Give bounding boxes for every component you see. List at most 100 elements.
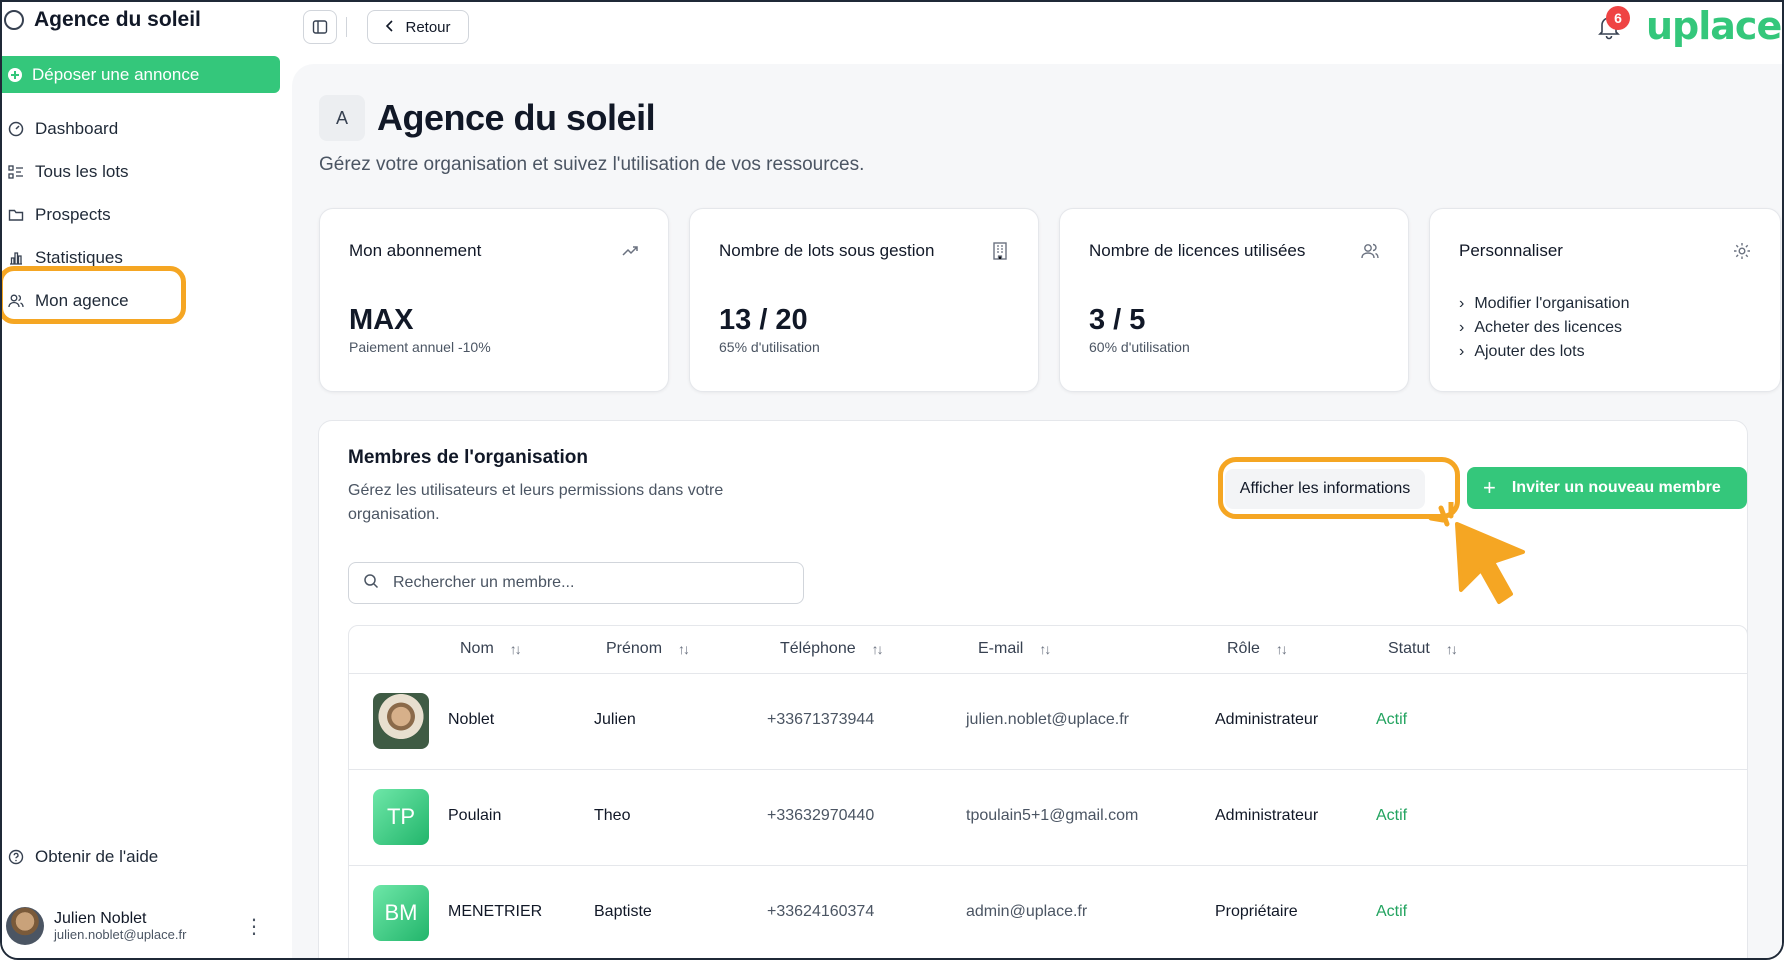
sidebar-item-my-agency[interactable]: Mon agence xyxy=(2,279,282,322)
card-note: Paiement annuel -10% xyxy=(349,339,491,355)
sort-icon: ↑↓ xyxy=(1445,641,1458,657)
column-header-telephone[interactable]: Téléphone ↑↓ xyxy=(780,640,884,658)
avatar: TP xyxy=(373,789,429,845)
table-row[interactable]: Noblet Julien +33671373944 julien.noblet… xyxy=(349,674,1747,770)
user-profile[interactable]: Julien Noblet julien.noblet@uplace.fr ⋮ xyxy=(6,906,276,946)
chevron-right-icon: › xyxy=(1459,319,1465,336)
column-label: E-mail xyxy=(978,640,1024,657)
card-title: Nombre de licences utilisées xyxy=(1089,241,1306,260)
toggle-sidebar-button[interactable] xyxy=(303,10,337,44)
chevron-right-icon: › xyxy=(1459,295,1465,312)
chevron-right-icon: › xyxy=(1459,343,1465,360)
table-header: Nom ↑↓ Prénom ↑↓ Téléphone ↑↓ E-mail ↑↓ Rôle… xyxy=(349,626,1747,674)
column-header-statut[interactable]: Statut ↑↓ xyxy=(1388,640,1458,658)
column-label: Rôle xyxy=(1227,640,1260,657)
sidebar: Agence du soleil Déposer une annonce Das… xyxy=(2,2,292,958)
brand-name: Agence du soleil xyxy=(34,8,201,31)
card-title: Mon abonnement xyxy=(349,241,482,260)
back-button[interactable]: Retour xyxy=(367,10,469,44)
sidebar-item-label: Mon agence xyxy=(35,290,129,310)
cell-role: Administrateur xyxy=(1215,807,1319,824)
brand[interactable]: Agence du soleil xyxy=(4,6,201,34)
avatar xyxy=(6,907,44,945)
invite-member-button[interactable]: + Inviter un nouveau membre xyxy=(1467,467,1747,509)
column-header-prenom[interactable]: Prénom ↑↓ xyxy=(606,640,690,658)
sort-icon: ↑↓ xyxy=(678,641,690,657)
column-header-role[interactable]: Rôle ↑↓ xyxy=(1227,640,1288,658)
sidebar-item-lots[interactable]: Tous les lots xyxy=(2,150,282,193)
list-icon xyxy=(7,163,24,180)
column-header-nom[interactable]: Nom ↑↓ xyxy=(460,640,522,658)
trending-up-icon xyxy=(620,241,640,261)
buy-licences-link[interactable]: › Acheter des licences xyxy=(1459,316,1629,340)
sidebar-item-dashboard[interactable]: Dashboard xyxy=(2,107,282,150)
org-logo-icon xyxy=(4,10,24,30)
link-label: Acheter des licences xyxy=(1474,319,1622,336)
notification-badge: 6 xyxy=(1606,6,1630,30)
table-row[interactable]: BM MENETRIER Baptiste +33624160374 admin… xyxy=(349,866,1747,958)
customize-links: › Modifier l'organisation › Acheter des … xyxy=(1459,292,1629,364)
divider xyxy=(346,17,347,37)
org-avatar: A xyxy=(319,95,365,141)
sort-icon: ↑↓ xyxy=(509,641,522,657)
cell-nom: MENETRIER xyxy=(448,903,543,920)
status-badge: Actif xyxy=(1376,903,1408,920)
section-description: Gérez les utilisateurs et leurs permissi… xyxy=(348,482,724,523)
cell-telephone: +33632970440 xyxy=(767,807,875,824)
cell-role: Administrateur xyxy=(1215,711,1319,728)
card-title: Personnaliser xyxy=(1459,241,1563,260)
cell-prenom: Julien xyxy=(594,711,636,728)
card-note: 65% d'utilisation xyxy=(719,339,820,355)
search-input[interactable] xyxy=(393,574,773,592)
link-label: Ajouter des lots xyxy=(1474,343,1585,360)
sort-icon: ↑↓ xyxy=(1275,641,1288,657)
sidebar-item-statistics[interactable]: Statistiques xyxy=(2,236,282,279)
member-search[interactable] xyxy=(348,562,804,604)
cell-email: admin@uplace.fr xyxy=(966,903,1088,920)
column-label: Téléphone xyxy=(780,640,856,657)
status-badge: Actif xyxy=(1376,807,1408,824)
page-title: Agence du soleil xyxy=(377,97,656,138)
add-lots-link[interactable]: › Ajouter des lots xyxy=(1459,340,1629,364)
avatar: BM xyxy=(373,885,429,941)
cell-nom: Noblet xyxy=(448,711,495,728)
page-header: A Agence du soleil xyxy=(319,95,656,141)
help-link[interactable]: Obtenir de l'aide xyxy=(7,847,158,867)
sidebar-item-prospects[interactable]: Prospects xyxy=(2,193,282,236)
app-window: Agence du soleil Déposer une annonce Das… xyxy=(0,0,1784,960)
show-info-button[interactable]: Afficher les informations xyxy=(1225,469,1425,509)
members-table: Nom ↑↓ Prénom ↑↓ Téléphone ↑↓ E-mail ↑↓ Rôle… xyxy=(348,625,1748,958)
post-listing-button[interactable]: Déposer une annonce xyxy=(2,56,280,93)
users-icon xyxy=(1360,241,1380,261)
back-label: Retour xyxy=(405,18,451,36)
uplace-logo[interactable]: uplace xyxy=(1646,4,1782,48)
sidebar-item-label: Tous les lots xyxy=(35,161,129,181)
lots-card: Nombre de lots sous gestion 13 / 20 65% … xyxy=(689,208,1039,392)
invite-label: Inviter un nouveau membre xyxy=(1511,479,1721,496)
gauge-icon xyxy=(7,120,24,137)
building-icon xyxy=(990,241,1010,261)
cell-telephone: +33671373944 xyxy=(767,711,875,728)
cell-prenom: Theo xyxy=(594,807,631,824)
sort-icon: ↑↓ xyxy=(871,641,884,657)
cell-prenom: Baptiste xyxy=(594,903,652,920)
more-vertical-icon[interactable]: ⋮ xyxy=(244,914,264,939)
edit-organisation-link[interactable]: › Modifier l'organisation xyxy=(1459,292,1629,316)
column-header-email[interactable]: E-mail ↑↓ xyxy=(978,640,1051,658)
section-title: Membres de l'organisation xyxy=(348,447,588,468)
column-label: Prénom xyxy=(606,640,663,657)
folder-icon xyxy=(7,206,24,223)
avatar xyxy=(373,693,429,749)
cell-email: tpoulain5+1@gmail.com xyxy=(966,807,1139,824)
user-email: julien.noblet@uplace.fr xyxy=(54,926,187,942)
table-row[interactable]: TP Poulain Theo +33632970440 tpoulain5+1… xyxy=(349,770,1747,866)
cell-telephone: +33624160374 xyxy=(767,903,875,920)
sidebar-nav: Dashboard Tous les lots Prospects Statis… xyxy=(2,107,282,322)
page-subtitle: Gérez votre organisation et suivez l'uti… xyxy=(319,154,865,175)
plus-icon: + xyxy=(1483,475,1496,500)
link-label: Modifier l'organisation xyxy=(1474,295,1630,312)
sidebar-item-label: Statistiques xyxy=(35,247,123,267)
card-note: 60% d'utilisation xyxy=(1089,339,1190,355)
gear-icon[interactable] xyxy=(1732,241,1752,261)
card-title: Nombre de lots sous gestion xyxy=(719,241,935,260)
